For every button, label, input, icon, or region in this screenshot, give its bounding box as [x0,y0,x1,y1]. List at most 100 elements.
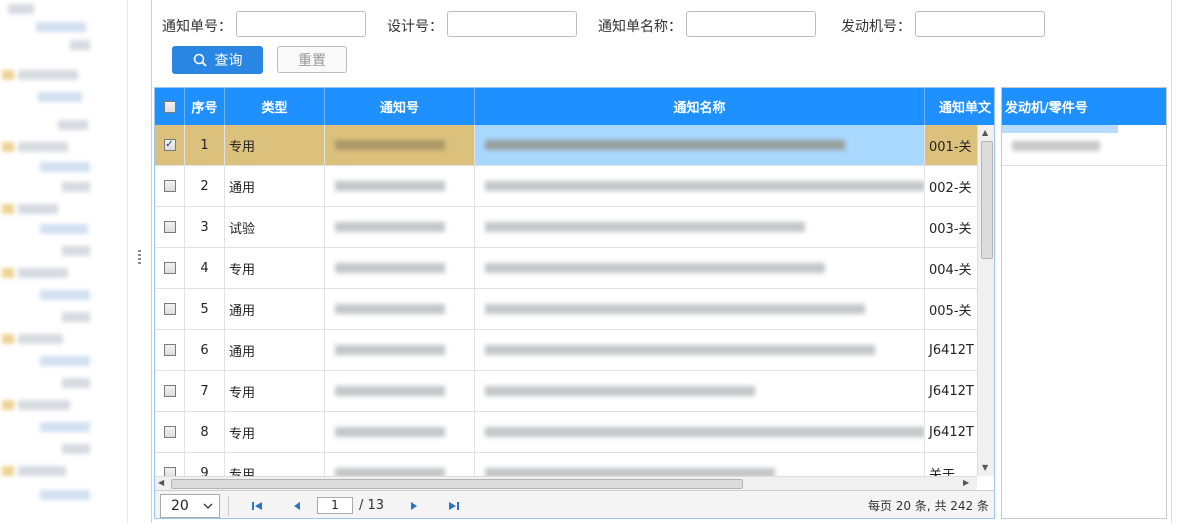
row-checkbox-cell[interactable] [155,289,185,329]
row-checkbox-cell[interactable] [155,166,185,206]
tree-node[interactable] [38,92,82,102]
grid-horizontal-scrollbar[interactable]: ◀ ▶ [155,476,977,490]
tree-node[interactable] [40,490,90,500]
row-checkbox[interactable] [163,467,176,476]
row-checkbox-cell[interactable] [155,371,185,411]
scroll-up-icon[interactable]: ▲ [982,128,988,137]
table-row[interactable]: ✓ 1 专用 001-关 [155,125,977,166]
row-checkbox[interactable] [163,344,176,356]
scroll-left-icon[interactable]: ◀ [158,478,164,487]
first-page-icon[interactable] [245,496,269,516]
table-row[interactable]: 6 通用 J6412T [155,330,977,371]
row-checkbox-cell[interactable] [155,207,185,247]
row-checkbox[interactable] [163,303,176,315]
row-checkbox[interactable] [163,221,176,233]
page-number-input[interactable]: 1 [317,497,353,514]
row-checkbox-cell[interactable] [155,412,185,452]
row-checkbox[interactable] [163,262,176,274]
tree-node[interactable] [70,40,90,50]
scroll-right-icon[interactable]: ▶ [963,478,969,487]
table-row[interactable]: 4 专用 004-关 [155,248,977,289]
column-header-notice-doc[interactable]: 通知单文 [925,88,994,125]
row-checkbox[interactable] [163,180,176,192]
row-seq: 7 [185,371,225,411]
tree-node[interactable] [62,312,90,322]
tree-node[interactable] [2,142,14,152]
column-header-notice-no[interactable]: 通知号 [325,88,475,125]
design-no-input[interactable] [447,11,577,37]
table-row[interactable]: 7 专用 J6412T [155,371,977,412]
row-notice-no [325,412,475,452]
tree-node[interactable] [18,142,68,152]
scroll-down-icon[interactable]: ▼ [982,463,988,472]
notice-name-input[interactable] [686,11,816,37]
tree-node[interactable] [62,182,90,192]
select-all-cell[interactable] [155,88,185,125]
reset-button[interactable]: 重置 [277,46,347,73]
tree-node[interactable] [40,224,88,234]
right-border [1171,0,1172,523]
table-row[interactable]: 2 通用 002-关 [155,166,977,207]
notice-no-label: 通知单号： [162,19,232,35]
tree-node[interactable] [18,268,68,278]
select-all-checkbox[interactable] [163,100,176,113]
tree-node[interactable] [18,466,66,476]
tree-node[interactable] [40,356,90,366]
engine-no-input[interactable] [915,11,1045,37]
panel-splitter[interactable] [128,0,152,523]
row-checkbox-cell[interactable] [155,248,185,288]
page-size-select[interactable]: 20 [160,493,220,518]
tree-node[interactable] [8,4,34,14]
next-page-icon[interactable] [402,496,426,516]
query-button[interactable]: 查询 [172,46,263,74]
column-header-seq[interactable]: 序号 [185,88,225,125]
horizontal-scroll-thumb[interactable] [171,479,743,489]
table-row[interactable]: 3 试验 003-关 [155,207,977,248]
tree-node[interactable] [18,334,63,344]
redacted-notice-no [335,181,445,191]
row-checkbox[interactable]: ✓ [163,139,176,151]
row-checkbox-cell[interactable] [155,453,185,476]
tree-node[interactable] [40,290,90,300]
tree-node[interactable] [18,204,58,214]
vertical-scroll-thumb[interactable] [981,141,993,259]
redacted-notice-name [485,140,845,150]
engine-part-row[interactable] [1002,125,1166,166]
tree-node[interactable] [62,378,90,388]
tree-node[interactable] [40,162,90,172]
table-row[interactable]: 5 通用 005-关 [155,289,977,330]
redacted-notice-no [335,263,445,273]
tree-node[interactable] [62,444,90,454]
notice-no-input[interactable] [236,11,366,37]
tree-node[interactable] [2,400,14,410]
tree-node[interactable] [58,120,88,130]
column-header-type[interactable]: 类型 [225,88,325,125]
row-notice-name [475,330,925,370]
tree-node[interactable] [2,334,14,344]
tree-node[interactable] [2,466,14,476]
tree-node[interactable] [62,246,90,256]
grid-vertical-scrollbar[interactable]: ▲ ▼ [977,125,994,476]
tree-node[interactable] [2,70,14,80]
last-page-icon[interactable] [442,496,466,516]
row-checkbox-cell[interactable] [155,330,185,370]
tree-node[interactable] [2,204,14,214]
splitter-grip-icon[interactable] [138,250,141,266]
row-checkbox[interactable] [163,385,176,397]
redacted-notice-no [335,468,445,476]
prev-page-icon[interactable] [285,496,309,516]
row-checkbox-cell[interactable]: ✓ [155,125,185,165]
left-nav-tree[interactable] [0,0,128,523]
tree-node[interactable] [18,70,78,80]
row-checkbox[interactable] [163,426,176,438]
row-seq: 1 [185,125,225,165]
table-row[interactable]: 9 专用 关于 [155,453,977,476]
query-button-label: 查询 [214,52,243,68]
tree-node[interactable] [2,268,14,278]
table-row[interactable]: 8 专用 J6412T [155,412,977,453]
tree-node[interactable] [18,400,70,410]
tree-node[interactable] [40,422,90,432]
column-header-notice-name[interactable]: 通知名称 [475,88,925,125]
row-type: 通用 [225,289,325,329]
tree-node[interactable] [36,22,86,32]
